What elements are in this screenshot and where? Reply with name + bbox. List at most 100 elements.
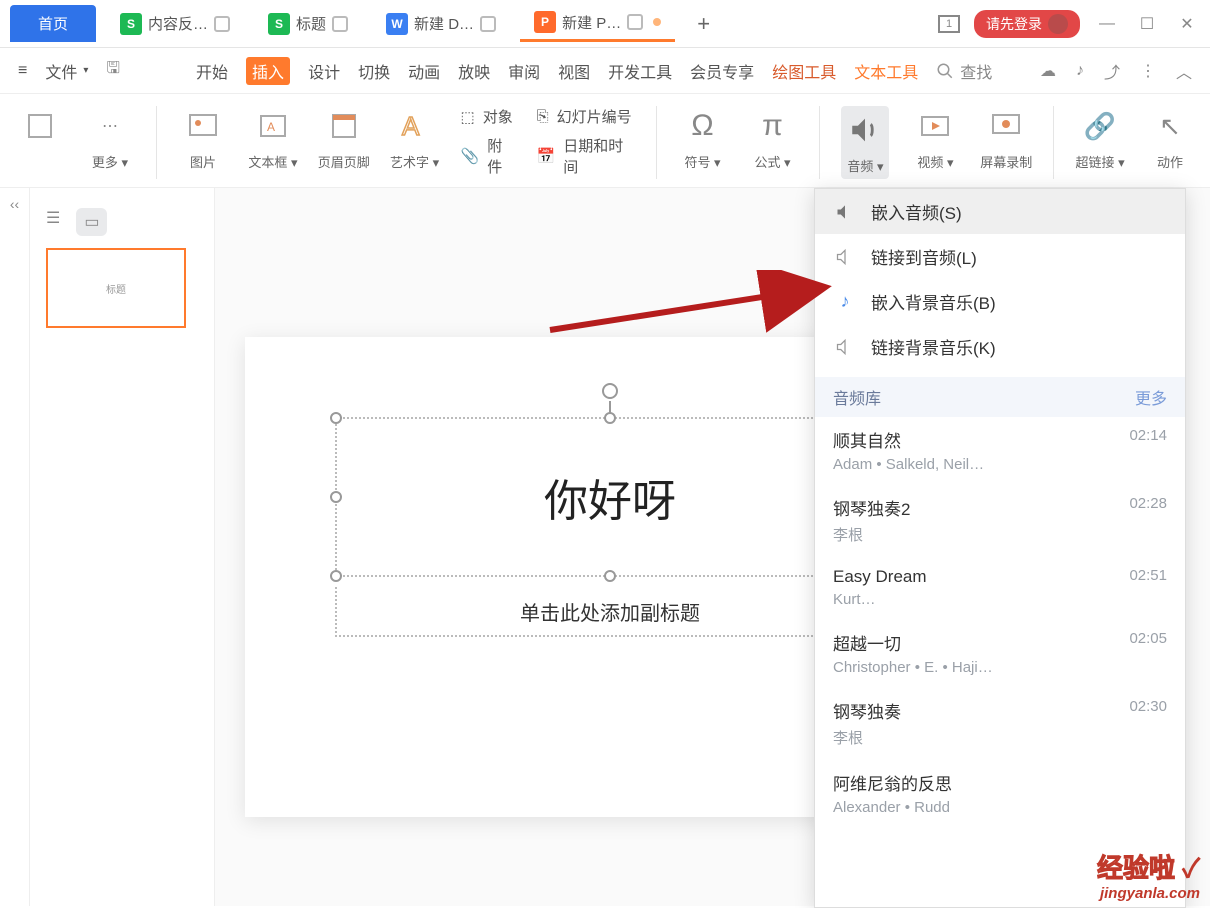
screen-record-icon [986,106,1026,146]
slide-thumbnail-1[interactable]: 标题 [46,248,186,328]
track-name: 超越一切 [833,630,1167,655]
thumbnail-tab[interactable]: ▭ [76,208,107,236]
search-box[interactable]: 查找 [936,59,992,83]
ribbon-more[interactable]: ⋯ 更多 ▾ [86,106,134,171]
watermark: 经验啦 ✓ jingyanla.com [1097,848,1200,902]
ribbon-shapes[interactable] [16,106,64,146]
menu-texttools[interactable]: 文本工具 [854,59,918,83]
collapse-ribbon-icon[interactable]: ︿ [1176,59,1192,83]
ribbon-datetime[interactable]: 📅日期和时间 [537,135,634,177]
ribbon-screenrec[interactable]: 屏幕录制 [981,106,1031,171]
library-label: 音频库 [833,385,881,409]
subtitle-placeholder[interactable]: 单击此处添加副标题 [335,587,885,637]
title-placeholder[interactable]: 你好呀 [335,417,885,577]
dd-embed-audio[interactable]: 嵌入音频(S) [815,189,1185,234]
wordart-icon: A [395,106,435,146]
ribbon-audio-active[interactable]: 音频 ▾ [841,106,889,179]
track-row[interactable]: 02:30 钢琴独奏 李根 [815,688,1185,760]
titlebar-right: 1 请先登录 — ☐ ✕ [938,10,1200,38]
menu-design[interactable]: 设计 [308,59,340,83]
doc-close-icon[interactable] [627,14,643,30]
ribbon-equation[interactable]: π 公式 ▾ [749,106,797,171]
track-artist: 李根 [833,727,1167,748]
menu-vip[interactable]: 会员专享 [690,59,754,83]
ribbon-video-label: 视频 ▾ [917,152,953,171]
ribbon-hf[interactable]: 页眉页脚 [319,106,369,171]
track-duration: 02:05 [1129,630,1167,647]
minimize-button[interactable]: — [1094,14,1120,34]
more-menu-icon[interactable]: ⋮ [1140,61,1156,81]
ribbon-symbol-label: 符号 ▾ [684,152,720,171]
tab-doc4-active[interactable]: P 新建 P… [520,5,675,42]
ribbon-picture[interactable]: 图片 [179,106,227,171]
thumbnail-panel: ☰ ▭ 标题 [30,188,215,906]
menu-view[interactable]: 视图 [558,59,590,83]
dd-embed-bgm[interactable]: ♪ 嵌入背景音乐(B) [815,279,1185,324]
ribbon-wordart[interactable]: A 艺术字 ▾ [391,106,439,171]
track-duration: 02:14 [1129,427,1167,444]
library-more-link[interactable]: 更多 [1135,385,1167,409]
menu-insert-active[interactable]: 插入 [246,57,290,85]
ribbon-slidenum[interactable]: ⎘幻灯片编号 [537,106,634,127]
menu-transition[interactable]: 切换 [358,59,390,83]
track-duration: 02:30 [1129,698,1167,715]
menu-slideshow[interactable]: 放映 [458,59,490,83]
ribbon-textbox-label: 文本框 ▾ [248,152,297,171]
ribbon-video[interactable]: 视频 ▾ [911,106,959,171]
video-icon [915,106,955,146]
tab-doc3[interactable]: W 新建 D… [372,7,510,41]
file-menu[interactable]: 文件 ▾ [45,59,88,83]
dd-link-bgm[interactable]: 链接背景音乐(K) [815,324,1185,369]
notification-icon[interactable]: ♪ [1076,62,1084,80]
hamburger-button[interactable]: ≡ [18,62,27,80]
track-artist: Alexander • Rudd [833,799,1167,816]
dd-link-audio[interactable]: 链接到音频(L) [815,234,1185,279]
login-button[interactable]: 请先登录 [974,10,1080,38]
ribbon: ⋯ 更多 ▾ 图片 A 文本框 ▾ 页眉页脚 A 艺术字 ▾ ⬚对象 📎附件 ⎘… [0,94,1210,188]
track-row[interactable]: 02:05 超越一切 Christopher • E. • Haji… [815,620,1185,688]
menu-start[interactable]: 开始 [196,59,228,83]
doc-close-icon[interactable] [480,16,496,32]
attachment-icon: 📎 [461,147,480,165]
speaker-icon [833,200,857,224]
new-tab-button[interactable]: + [685,7,722,41]
excel-icon: S [268,13,290,35]
close-button[interactable]: ✕ [1174,14,1200,34]
ribbon-audio-label: 音频 ▾ [847,156,883,175]
ribbon-symbol[interactable]: Ω 符号 ▾ [679,106,727,171]
cloud-icon[interactable]: ☁ [1040,61,1056,81]
tab-doc1[interactable]: S 内容反… [106,7,244,41]
ribbon-hyperlink[interactable]: 🔗 超链接 ▾ [1076,106,1124,171]
doc-close-icon[interactable] [332,16,348,32]
music-note-icon: ♪ [833,290,857,314]
share-icon[interactable]: ⤴ [1104,59,1120,83]
track-row[interactable]: 阿维尼翁的反思 Alexander • Rudd [815,760,1185,828]
tab-home[interactable]: 首页 [10,5,96,42]
ribbon-action-label: 动作 [1157,152,1183,171]
track-row[interactable]: 02:28 钢琴独奏2 李根 [815,485,1185,557]
outline-tab[interactable]: ☰ [46,208,60,236]
rotate-handle-icon[interactable] [602,383,618,399]
track-duration: 02:51 [1129,567,1167,584]
menu-animation[interactable]: 动画 [408,59,440,83]
ribbon-attachment[interactable]: 📎附件 [461,135,515,177]
save-icon[interactable]: 🖫 [106,57,120,84]
menu-drawtools[interactable]: 绘图工具 [772,59,836,83]
tab-doc2[interactable]: S 标题 [254,7,362,41]
menu-bar: ≡ 文件 ▾ 🖫 开始 插入 设计 切换 动画 放映 审阅 视图 开发工具 会员… [0,48,1210,94]
ribbon-action[interactable]: ↖ 动作 [1146,106,1194,171]
menu-devtools[interactable]: 开发工具 [608,59,672,83]
ribbon-object[interactable]: ⬚对象 [461,106,515,127]
window-mode-icon[interactable]: 1 [938,15,960,33]
track-artist: Kurt… [833,591,1167,608]
track-row[interactable]: 02:51 Easy Dream Kurt… [815,557,1185,620]
menu-review[interactable]: 审阅 [508,59,540,83]
pi-icon: π [753,106,793,146]
left-collapse-bar[interactable]: ‹‹ [0,188,30,906]
ribbon-hf-label: 页眉页脚 [318,152,370,171]
track-row[interactable]: 02:14 顺其自然 Adam • Salkeld, Neil… [815,417,1185,485]
ribbon-textbox[interactable]: A 文本框 ▾ [249,106,297,171]
textbox-icon: A [253,106,293,146]
doc-close-icon[interactable] [214,16,230,32]
maximize-button[interactable]: ☐ [1134,14,1160,34]
